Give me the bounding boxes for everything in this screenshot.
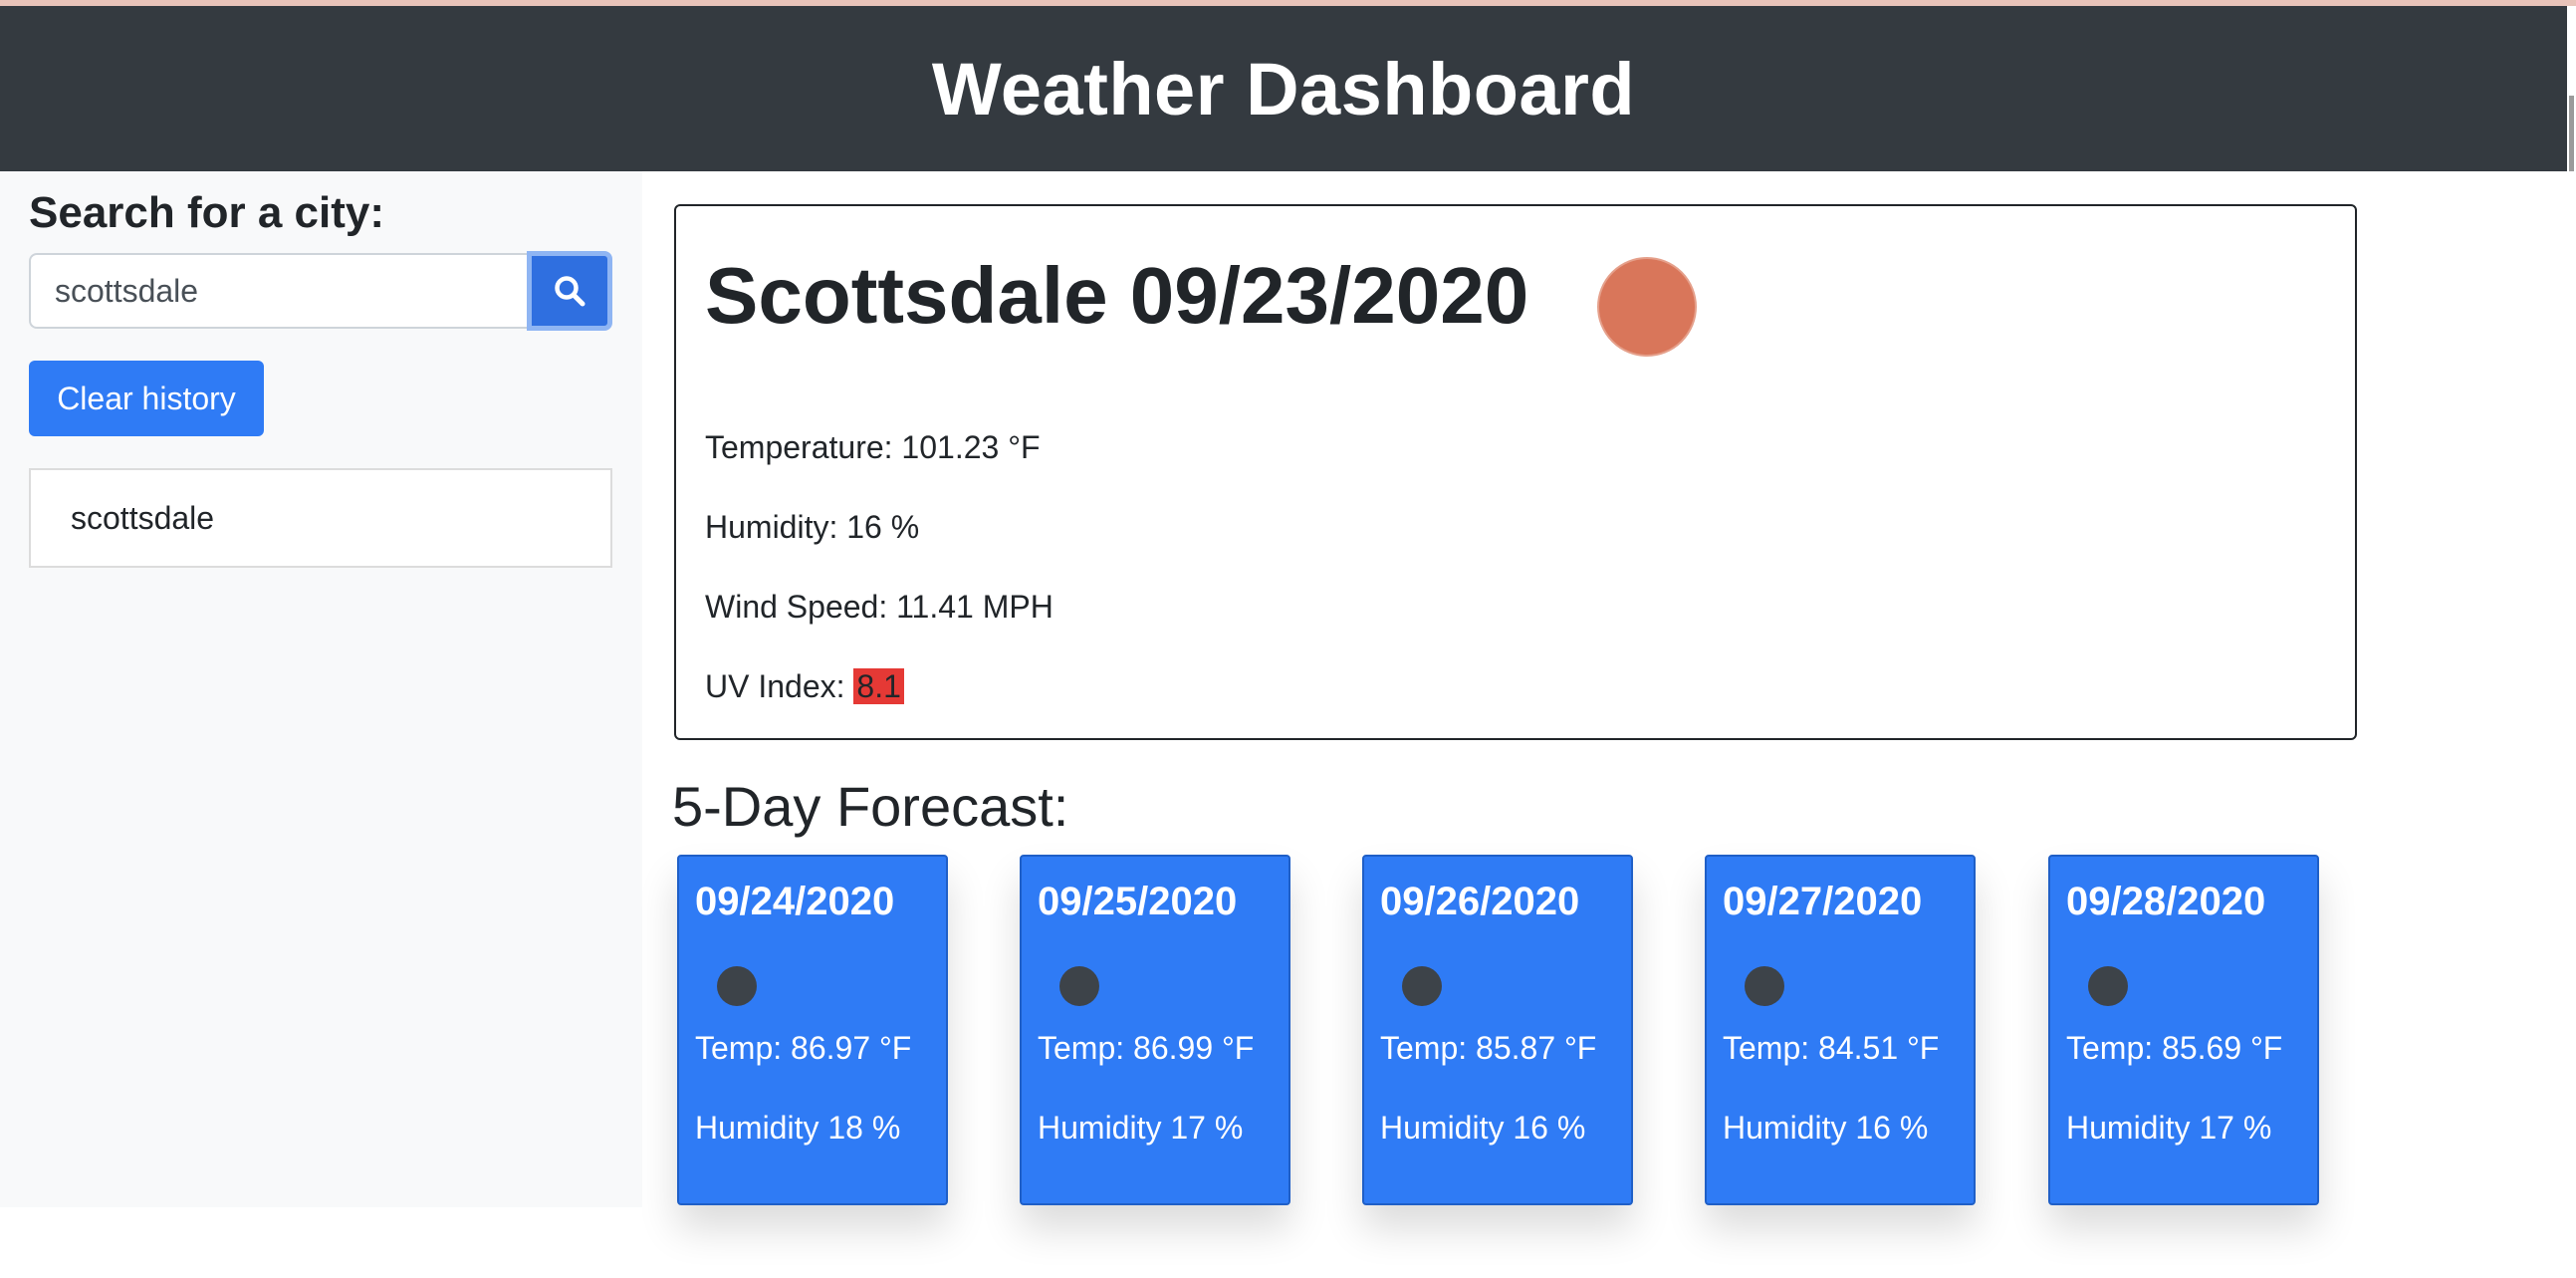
forecast-temp: Temp: 86.97 °F (695, 1030, 912, 1066)
humidity-text: Humidity: 16 % (705, 509, 920, 545)
search-history-list: scottsdale (29, 468, 612, 568)
scrollbar[interactable] (2567, 6, 2576, 171)
weather-icon (717, 966, 757, 1006)
forecast-card: 09/24/2020 Temp: 86.97 °F Humidity 18 % (677, 855, 948, 1205)
forecast-humidity: Humidity 16 % (1380, 1110, 1586, 1146)
forecast-date: 09/25/2020 (1038, 880, 1238, 923)
forecast-temp: Temp: 84.51 °F (1723, 1030, 1940, 1066)
search-icon (555, 276, 585, 307)
app-header: Weather Dashboard (0, 6, 2567, 171)
wind-speed-text: Wind Speed: 11.41 MPH (705, 589, 1054, 625)
forecast-humidity: Humidity 17 % (1038, 1110, 1244, 1146)
forecast-humidity: Humidity 17 % (2066, 1110, 2272, 1146)
forecast-card: 09/26/2020 Temp: 85.87 °F Humidity 16 % (1362, 855, 1633, 1205)
sun-icon (1597, 257, 1697, 357)
forecast-humidity: Humidity 18 % (695, 1110, 901, 1146)
forecast-date: 09/24/2020 (695, 880, 895, 923)
temperature-text: Temperature: 101.23 °F (705, 429, 1041, 465)
forecast-date: 09/27/2020 (1723, 880, 1923, 923)
weather-icon (2088, 966, 2128, 1006)
current-weather-card: Scottsdale 09/23/2020 Temperature: 101.2… (674, 204, 2357, 740)
history-item[interactable]: scottsdale (29, 468, 612, 568)
forecast-card: 09/28/2020 Temp: 85.69 °F Humidity 17 % (2048, 855, 2319, 1205)
forecast-temp: Temp: 86.99 °F (1038, 1030, 1255, 1066)
page-title: Weather Dashboard (931, 47, 1636, 130)
forecast-temp: Temp: 85.87 °F (1380, 1030, 1597, 1066)
uv-index-badge: 8.1 (853, 668, 904, 704)
forecast-humidity: Humidity 16 % (1723, 1110, 1929, 1146)
uv-index-label: UV Index: (705, 668, 854, 704)
forecast-date: 09/26/2020 (1380, 880, 1580, 923)
forecast-card: 09/25/2020 Temp: 86.99 °F Humidity 17 % (1020, 855, 1290, 1205)
uv-index-row: UV Index: 8.1 (705, 666, 904, 706)
clear-history-button[interactable]: Clear history (29, 361, 264, 436)
forecast-temp: Temp: 85.69 °F (2066, 1030, 2283, 1066)
forecast-date: 09/28/2020 (2066, 880, 2266, 923)
search-input[interactable] (29, 253, 527, 329)
forecast-title: 5-Day Forecast: (672, 775, 1069, 838)
weather-icon (1745, 966, 1784, 1006)
search-label: Search for a city: (29, 188, 385, 237)
city-date-title: Scottsdale 09/23/2020 (705, 251, 1529, 340)
search-button[interactable] (527, 251, 612, 331)
forecast-card: 09/27/2020 Temp: 84.51 °F Humidity 16 % (1705, 855, 1976, 1205)
weather-icon (1059, 966, 1099, 1006)
weather-icon (1402, 966, 1442, 1006)
